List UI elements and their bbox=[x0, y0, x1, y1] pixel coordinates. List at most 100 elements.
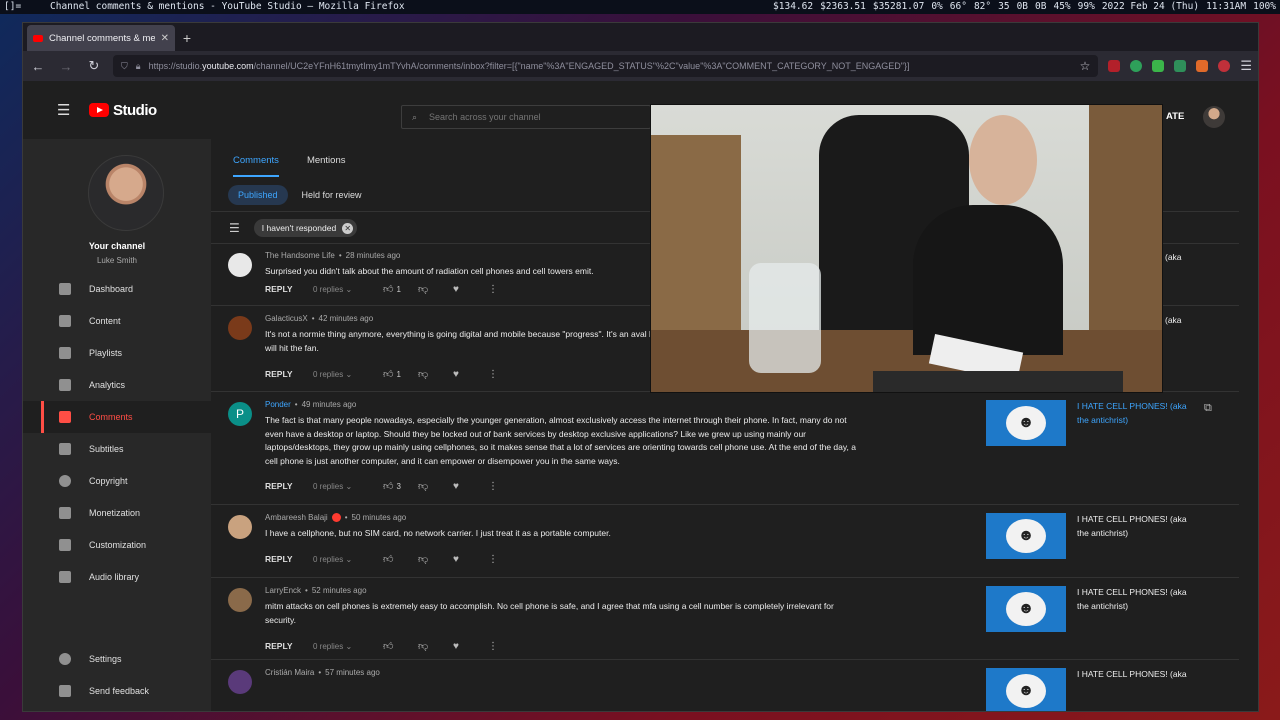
sidebar-item-dashboard[interactable]: Dashboard bbox=[23, 273, 211, 305]
hamburger-menu-icon[interactable]: ☰ bbox=[57, 101, 77, 119]
active-window-title: Channel comments & mentions - YouTube St… bbox=[50, 1, 405, 12]
tab-comments[interactable]: Comments bbox=[233, 155, 279, 177]
video-title[interactable]: I HATE CELL PHONES! (aka bbox=[1077, 668, 1193, 682]
thumbs-up-icon[interactable]: 👍︎ bbox=[383, 640, 418, 652]
video-title[interactable]: I HATE CELL PHONES! (aka the antichrist) bbox=[1077, 513, 1193, 540]
more-options-icon[interactable]: ⋮ bbox=[488, 481, 523, 492]
video-title[interactable]: (aka bbox=[1165, 251, 1258, 265]
more-options-icon[interactable]: ⋮ bbox=[488, 641, 523, 652]
sidebar-item-analytics[interactable]: Analytics bbox=[23, 369, 211, 401]
replies-dropdown[interactable]: 0 replies ⌄ bbox=[313, 285, 383, 294]
sidebar-item-content[interactable]: Content bbox=[23, 305, 211, 337]
remove-filter-icon[interactable]: ✕ bbox=[342, 222, 354, 234]
video-thumbnail[interactable]: ☻ bbox=[986, 586, 1066, 632]
sidebar-item-label: Monetization bbox=[89, 508, 141, 518]
reload-button[interactable]: ↻ bbox=[85, 57, 103, 75]
close-tab-icon[interactable]: ✕ bbox=[161, 33, 169, 44]
channel-avatar[interactable] bbox=[88, 155, 164, 231]
sidebar-item-send-feedback[interactable]: Send feedback bbox=[23, 675, 211, 707]
shield-icon[interactable]: ⛉ bbox=[121, 61, 128, 72]
browser-tab[interactable]: Channel comments & mentio ✕ bbox=[27, 25, 175, 51]
sidebar-item-audio-library[interactable]: Audio library bbox=[23, 561, 211, 593]
replies-dropdown[interactable]: 0 replies ⌄ bbox=[313, 370, 383, 379]
thumbs-up-icon[interactable]: 👍︎ 3 bbox=[383, 480, 418, 492]
comment-author[interactable]: The Handsome Life bbox=[265, 251, 335, 260]
create-button[interactable]: ATE bbox=[1166, 111, 1184, 122]
open-external-icon[interactable]: ⧉ bbox=[1204, 402, 1212, 415]
video-thumbnail[interactable]: ☻ bbox=[986, 668, 1066, 711]
thumbs-up-icon[interactable]: 👍︎ 1 bbox=[383, 368, 418, 380]
more-options-icon[interactable]: ⋮ bbox=[488, 284, 523, 295]
bookmark-star-icon[interactable]: ☆ bbox=[1080, 59, 1091, 73]
search-input[interactable] bbox=[429, 112, 610, 122]
sidebar-item-customization[interactable]: Customization bbox=[23, 529, 211, 561]
filter-icon[interactable]: ☰ bbox=[229, 221, 240, 235]
comment-author[interactable]: GalacticusX bbox=[265, 314, 308, 323]
reply-button[interactable]: REPLY bbox=[265, 284, 313, 294]
more-options-icon[interactable]: ⋮ bbox=[488, 369, 523, 380]
video-title[interactable]: I HATE CELL PHONES! (aka the antichrist) bbox=[1077, 586, 1193, 613]
video-title[interactable]: I HATE CELL PHONES! (aka the antichrist) bbox=[1077, 400, 1193, 427]
heart-icon[interactable]: ♥ bbox=[453, 284, 488, 295]
sidebar-item-settings[interactable]: Settings bbox=[23, 643, 211, 675]
thumbs-down-icon[interactable]: 👎︎ bbox=[418, 283, 453, 295]
download-icon[interactable] bbox=[1152, 60, 1165, 72]
back-button[interactable]: ← bbox=[29, 57, 47, 75]
comment-author[interactable]: Ambareesh Balaji bbox=[265, 513, 328, 522]
comment-author[interactable]: Cristián Maira bbox=[265, 668, 314, 677]
avatar[interactable] bbox=[228, 588, 252, 612]
replies-dropdown[interactable]: 0 replies ⌄ bbox=[313, 482, 383, 491]
studio-logo[interactable]: Studio bbox=[89, 102, 157, 119]
sidebar-item-monetization[interactable]: Monetization bbox=[23, 497, 211, 529]
heart-icon[interactable]: ♥ bbox=[453, 554, 488, 565]
browser-menu-icon[interactable]: ☰ bbox=[1240, 58, 1252, 74]
video-title[interactable]: (aka bbox=[1165, 314, 1258, 328]
replies-dropdown[interactable]: 0 replies ⌄ bbox=[313, 642, 383, 651]
heart-icon[interactable]: ♥ bbox=[453, 481, 488, 492]
avatar[interactable]: P bbox=[228, 402, 252, 426]
pill-held-for-review[interactable]: Held for review bbox=[292, 185, 372, 205]
reply-button[interactable]: REPLY bbox=[265, 481, 313, 491]
workspace-indicator[interactable]: []= bbox=[4, 0, 21, 14]
replies-dropdown[interactable]: 0 replies ⌄ bbox=[313, 555, 383, 564]
forward-button[interactable]: → bbox=[57, 57, 75, 75]
new-tab-button[interactable]: + bbox=[175, 25, 199, 51]
extension-icon[interactable] bbox=[1196, 60, 1209, 72]
extension-icon[interactable] bbox=[1108, 60, 1121, 72]
thumbs-up-icon[interactable]: 👍︎ bbox=[383, 553, 418, 565]
avatar[interactable] bbox=[228, 316, 252, 340]
reply-button[interactable]: REPLY bbox=[265, 641, 313, 651]
thumbs-up-icon[interactable]: 👍︎ 1 bbox=[383, 283, 418, 295]
extension-icon[interactable] bbox=[1130, 60, 1143, 72]
account-avatar[interactable] bbox=[1203, 106, 1225, 128]
pill-published[interactable]: Published bbox=[228, 185, 288, 205]
lock-icon[interactable]: 🔒︎ bbox=[136, 61, 141, 72]
filter-chip[interactable]: I haven't responded ✕ bbox=[253, 219, 358, 237]
tab-mentions[interactable]: Mentions bbox=[307, 155, 346, 177]
url-bar[interactable]: ⛉ 🔒︎ https://studio.youtube.com/channel/… bbox=[113, 55, 1099, 77]
thumbs-down-icon[interactable]: 👎︎ bbox=[418, 640, 453, 652]
reply-button[interactable]: REPLY bbox=[265, 369, 313, 379]
thumbs-down-icon[interactable]: 👎︎ bbox=[418, 553, 453, 565]
comment-author[interactable]: Ponder bbox=[265, 400, 291, 409]
thumbs-down-icon[interactable]: 👎︎ bbox=[418, 368, 453, 380]
heart-icon[interactable]: ♥ bbox=[453, 641, 488, 652]
sidebar-item-copyright[interactable]: Copyright bbox=[23, 465, 211, 497]
video-thumbnail[interactable]: ☻ bbox=[986, 400, 1066, 446]
more-options-icon[interactable]: ⋮ bbox=[488, 554, 523, 565]
sidebar-item-playlists[interactable]: Playlists bbox=[23, 337, 211, 369]
reply-button[interactable]: REPLY bbox=[265, 554, 313, 564]
avatar[interactable] bbox=[228, 515, 252, 539]
heart-icon[interactable]: ♥ bbox=[453, 369, 488, 380]
avatar[interactable] bbox=[228, 253, 252, 277]
avatar[interactable] bbox=[228, 670, 252, 694]
sidebar-item-comments[interactable]: Comments bbox=[23, 401, 211, 433]
video-thumbnail[interactable]: ☻ bbox=[986, 513, 1066, 559]
extension-icon[interactable] bbox=[1174, 60, 1187, 72]
comment-author[interactable]: LarryEnck bbox=[265, 586, 301, 595]
extension-icon[interactable] bbox=[1218, 60, 1231, 72]
sidebar-item-subtitles[interactable]: Subtitles bbox=[23, 433, 211, 465]
search-box[interactable]: ⌕ bbox=[401, 105, 651, 129]
thumbs-down-icon[interactable]: 👎︎ bbox=[418, 480, 453, 492]
sidebar-item-label: Playlists bbox=[89, 348, 123, 358]
